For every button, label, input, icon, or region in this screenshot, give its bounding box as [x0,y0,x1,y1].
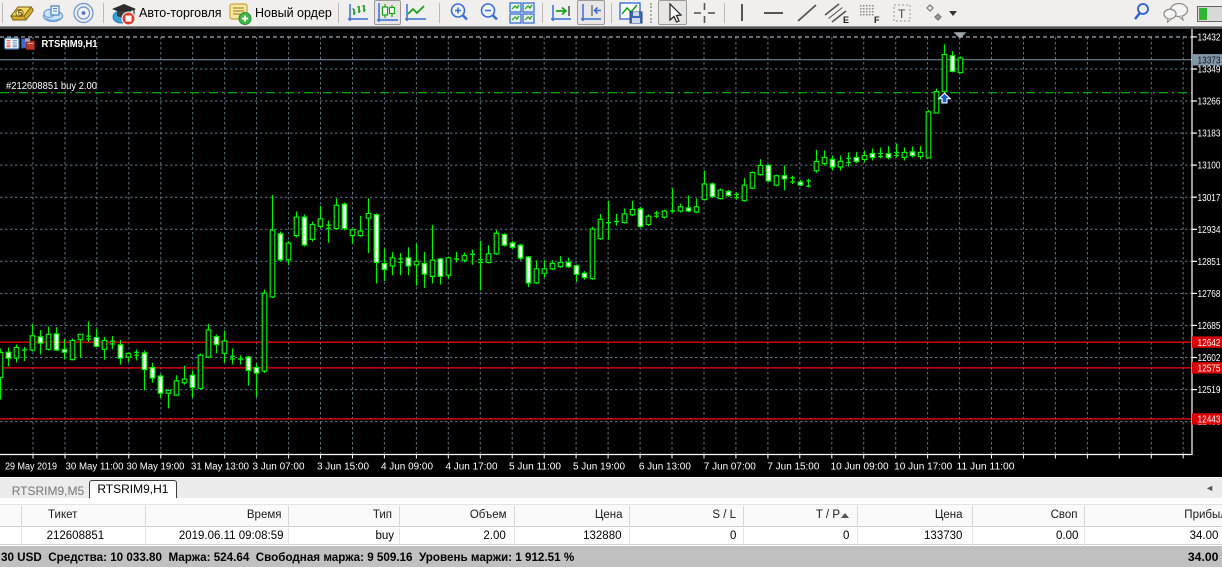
svg-text:12642: 12642 [1198,337,1221,348]
svg-text:30 May 11:00: 30 May 11:00 [66,461,125,472]
svg-text:13183: 13183 [1198,128,1221,139]
svg-text:3 Jun 15:00: 3 Jun 15:00 [317,461,370,472]
svg-text:F: F [874,15,880,25]
svg-text:29 May 2019: 29 May 2019 [5,461,57,472]
svg-text:5 Jun 11:00: 5 Jun 11:00 [509,461,562,472]
svg-text:13100: 13100 [1198,160,1221,171]
svg-text:4 Jun 09:00: 4 Jun 09:00 [381,461,434,472]
svg-text:4 Jun 17:00: 4 Jun 17:00 [446,461,499,472]
svg-text:10 Jun 17:00: 10 Jun 17:00 [894,461,953,472]
svg-text:6 Jun 13:00: 6 Jun 13:00 [639,461,692,472]
svg-text:11 Jun 11:00: 11 Jun 11:00 [957,461,1016,472]
svg-text:5 Jun 19:00: 5 Jun 19:00 [573,461,626,472]
svg-text:12685: 12685 [1198,321,1221,332]
svg-text:12851: 12851 [1198,256,1221,267]
svg-text:3 Jun 07:00: 3 Jun 07:00 [253,461,306,472]
svg-text:T: T [898,7,906,21]
svg-text:30 May 19:00: 30 May 19:00 [127,461,186,472]
svg-text:13373: 13373 [1198,55,1221,66]
svg-text:5: 5 [18,8,23,18]
svg-text:12575: 12575 [1198,363,1221,374]
svg-text:#212608851 buy 2.00: #212608851 buy 2.00 [6,81,97,92]
svg-text:12768: 12768 [1198,289,1221,300]
svg-text:RTSRIM9,H1: RTSRIM9,H1 [42,37,98,49]
svg-text:10 Jun 09:00: 10 Jun 09:00 [831,461,890,472]
svg-text:E: E [843,15,849,25]
svg-text:13432: 13432 [1198,32,1221,43]
svg-text:31 May 13:00: 31 May 13:00 [191,461,250,472]
svg-text:13017: 13017 [1198,192,1221,203]
svg-text:12934: 12934 [1198,224,1221,235]
svg-text:12519: 12519 [1198,385,1221,396]
svg-text:7 Jun 07:00: 7 Jun 07:00 [704,461,757,472]
svg-text:7 Jun 15:00: 7 Jun 15:00 [767,461,820,472]
svg-text:13266: 13266 [1198,96,1221,107]
svg-text:12443: 12443 [1198,414,1221,425]
